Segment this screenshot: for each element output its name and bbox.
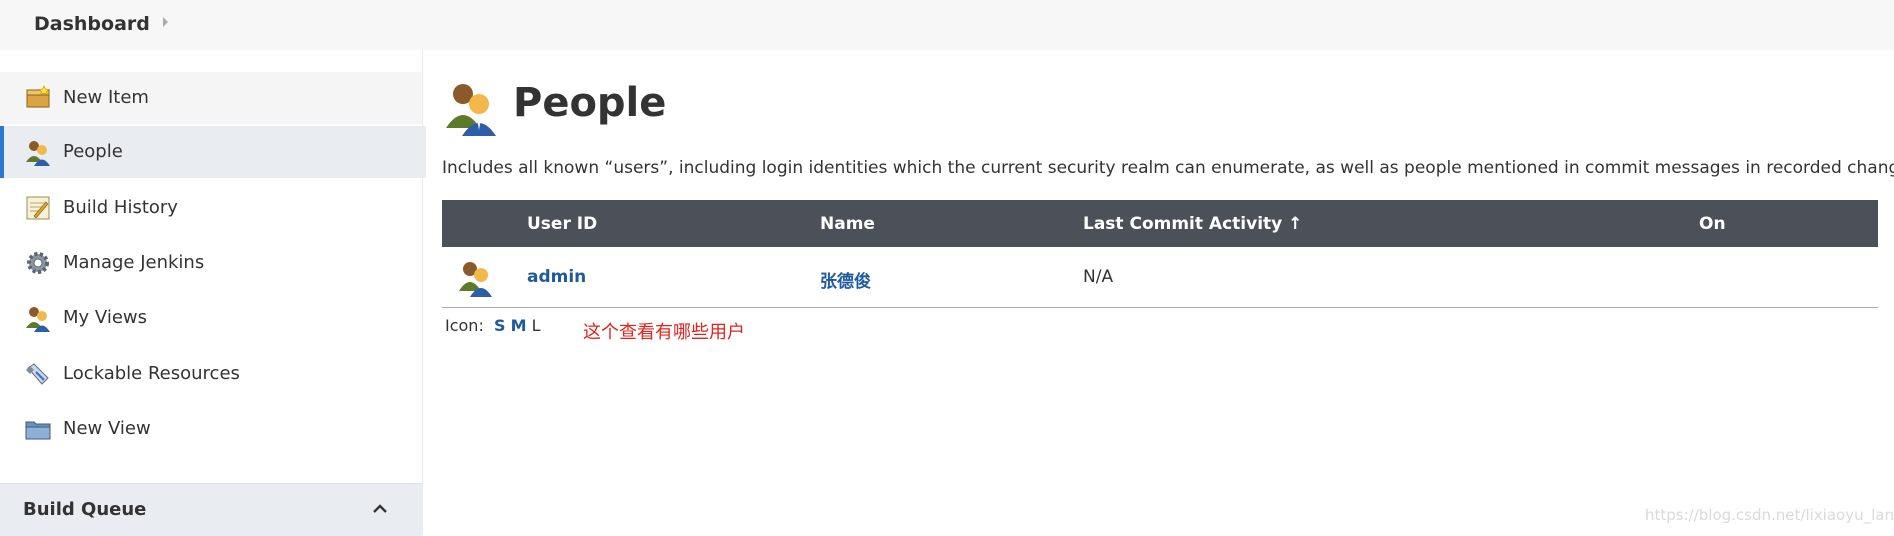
build-history-icon xyxy=(26,196,50,220)
icon-size-l: L xyxy=(531,316,541,335)
column-on[interactable]: On xyxy=(1699,214,1726,234)
sidebar-item-label: New Item xyxy=(63,87,149,108)
sidebar-item-lockable-resources[interactable]: Lockable Resources xyxy=(0,348,422,400)
sidebar-item-my-views[interactable]: My Views xyxy=(0,292,422,344)
sidebar: New Item People Build History Manage Jen… xyxy=(0,50,426,536)
table-row: admin 张德俊 N/A xyxy=(442,247,1878,308)
people-icon xyxy=(26,307,50,332)
people-icon xyxy=(446,84,496,136)
gear-icon xyxy=(27,252,49,274)
people-icon xyxy=(26,141,50,166)
column-name[interactable]: Name xyxy=(820,214,875,234)
sidebar-item-new-view[interactable]: New View xyxy=(0,403,422,455)
folder-icon xyxy=(25,421,51,440)
icon-size-label: Icon: xyxy=(445,316,484,335)
sidebar-item-label: My Views xyxy=(63,307,147,328)
chevron-up-icon[interactable] xyxy=(372,502,388,514)
watermark: https://blog.csdn.net/lixiaoyu_lang xyxy=(1645,506,1894,524)
column-last-commit[interactable]: Last Commit Activity ↑ xyxy=(1083,214,1302,234)
annotation-text: 这个查看有哪些用户 xyxy=(583,322,745,343)
sidebar-item-label: People xyxy=(63,141,123,162)
sidebar-item-label: Lockable Resources xyxy=(63,363,240,384)
page-title: People xyxy=(513,80,667,126)
sidebar-item-label: Manage Jenkins xyxy=(63,252,205,273)
column-user-id[interactable]: User ID xyxy=(527,214,597,234)
table-header: User ID Name Last Commit Activity ↑ On xyxy=(442,200,1878,247)
last-commit-value: N/A xyxy=(1083,267,1114,287)
user-name-link[interactable]: 张德俊 xyxy=(820,267,871,292)
top-bar: Dashboard xyxy=(0,0,1894,50)
icon-size-m[interactable]: M xyxy=(511,316,527,335)
new-item-icon xyxy=(26,85,50,108)
build-queue-panel[interactable]: Build Queue xyxy=(0,483,422,536)
breadcrumb-chevron-icon[interactable] xyxy=(163,17,168,27)
sidebar-item-label: New View xyxy=(63,418,151,439)
user-id-link[interactable]: admin xyxy=(527,267,586,287)
breadcrumb-dashboard[interactable]: Dashboard xyxy=(34,13,150,35)
sidebar-item-people[interactable]: People xyxy=(0,126,426,178)
icon-size-selector: Icon: S M L xyxy=(445,316,541,335)
sidebar-item-build-history[interactable]: Build History xyxy=(0,182,422,234)
sidebar-item-new-item[interactable]: New Item xyxy=(0,72,422,124)
sidebar-item-manage-jenkins[interactable]: Manage Jenkins xyxy=(0,237,422,289)
page-description: Includes all known “users”, including lo… xyxy=(442,158,1894,178)
user-avatar-icon xyxy=(459,262,492,297)
sidebar-item-label: Build History xyxy=(63,197,178,218)
icon-size-s[interactable]: S xyxy=(494,316,506,335)
usb-icon xyxy=(26,363,49,385)
build-queue-title: Build Queue xyxy=(23,499,147,520)
